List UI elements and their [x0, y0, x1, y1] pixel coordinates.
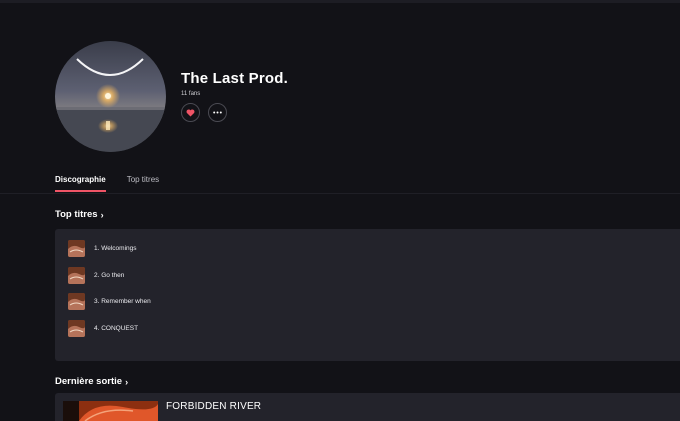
artist-avatar: [55, 41, 166, 152]
track-item[interactable]: 4. CONQUEST: [68, 320, 138, 337]
chevron-right-icon: ›: [100, 209, 104, 220]
artist-avatar-image: [55, 41, 166, 152]
track-cover: [68, 267, 85, 284]
track-cover: [68, 293, 85, 310]
top-tracks-panel: 1. Welcomings 2. Go then 3. Remember whe…: [55, 229, 680, 361]
track-title: 1. Welcomings: [94, 245, 137, 252]
more-options-button[interactable]: [208, 103, 227, 122]
tab-top-titres[interactable]: Top titres: [127, 175, 159, 192]
tab-discographie[interactable]: Discographie: [55, 175, 106, 192]
latest-release-heading[interactable]: Dernière sortie ›: [55, 376, 128, 387]
track-item[interactable]: 2. Go then: [68, 267, 124, 284]
favorite-button[interactable]: [181, 103, 200, 122]
track-item[interactable]: 3. Remember when: [68, 293, 151, 310]
release-cover: [63, 401, 158, 421]
tabs-divider: [0, 193, 680, 194]
fan-count: 11 fans: [181, 91, 201, 97]
track-cover: [68, 240, 85, 257]
artist-name: The Last Prod.: [181, 70, 288, 87]
latest-release-card[interactable]: FORBIDDEN RIVER: [55, 393, 680, 421]
top-tracks-title: Top titres: [55, 209, 98, 220]
chevron-right-icon: ›: [125, 376, 129, 387]
track-title: 2. Go then: [94, 272, 125, 279]
tab-bar: Discographie Top titres: [55, 175, 159, 192]
latest-release-title: Dernière sortie: [55, 376, 123, 387]
more-dots-icon: [213, 111, 222, 114]
heart-icon: [186, 109, 195, 117]
top-tracks-heading[interactable]: Top titres ›: [55, 209, 104, 220]
track-item[interactable]: 1. Welcomings: [68, 240, 137, 257]
top-border: [0, 0, 680, 3]
track-title: 4. CONQUEST: [94, 325, 139, 332]
track-cover: [68, 320, 85, 337]
track-title: 3. Remember when: [94, 298, 151, 305]
release-item-title: FORBIDDEN RIVER: [166, 401, 262, 412]
